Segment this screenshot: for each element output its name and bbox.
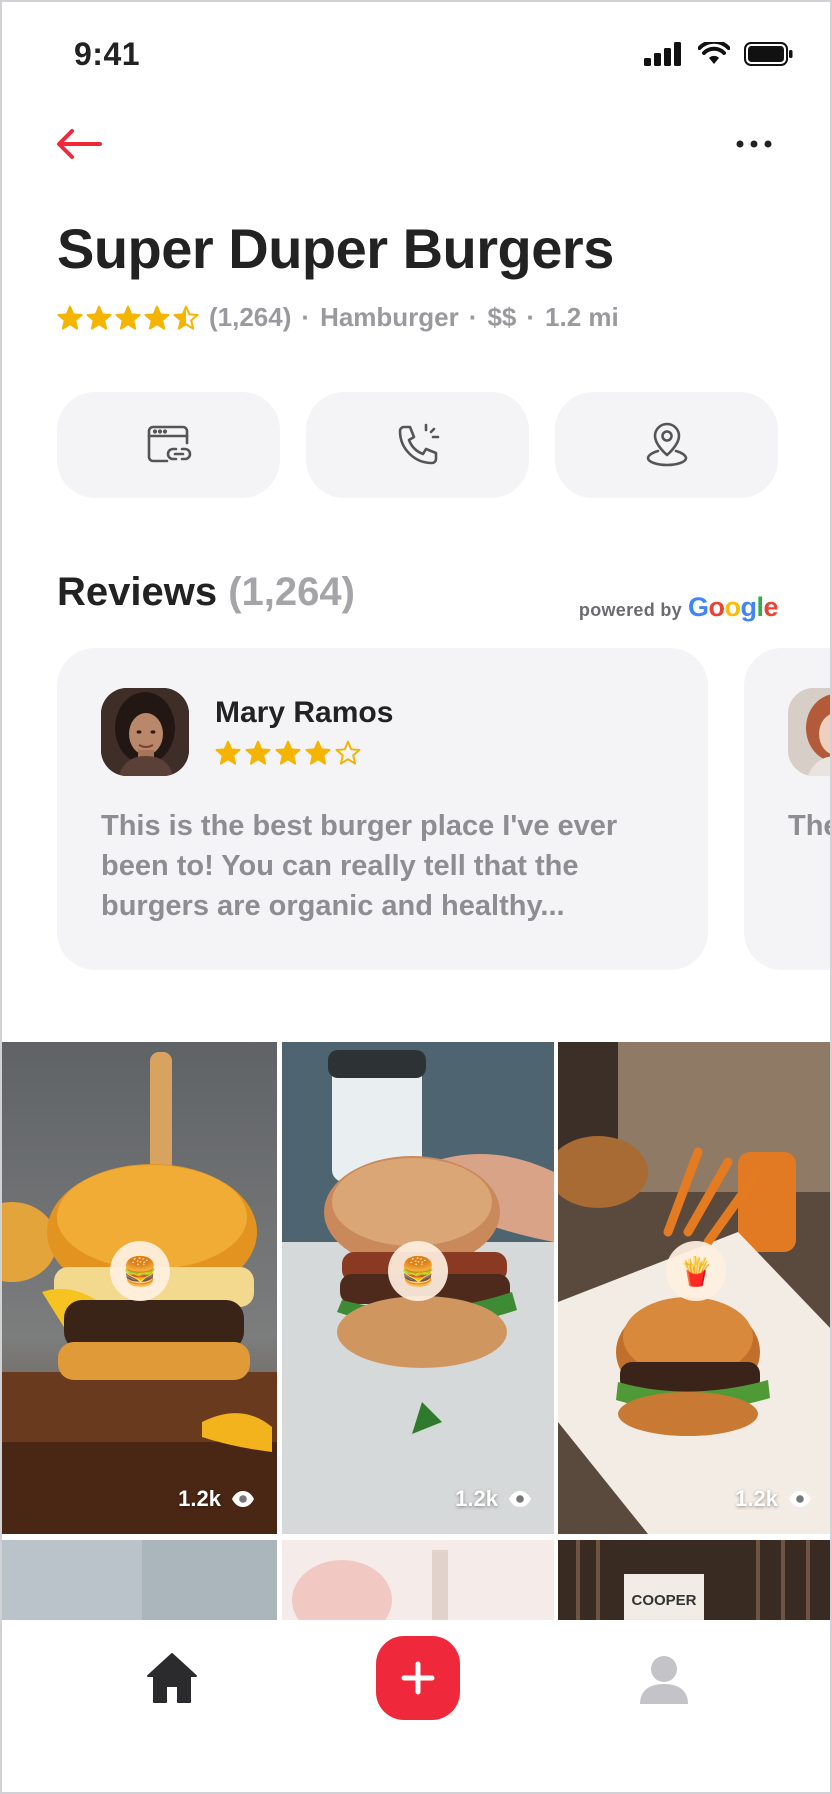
directions-button[interactable] (555, 392, 778, 498)
burger-icon: 🍔 (122, 1255, 158, 1287)
restaurant-name: Super Duper Burgers (57, 217, 614, 280)
category: Hamburger (320, 302, 459, 332)
more-options-icon[interactable] (730, 126, 778, 162)
powered-by-label: powered by (578, 600, 682, 620)
action-buttons (57, 392, 778, 498)
star-icon (86, 305, 112, 330)
burger-badge: 🍔 (110, 1241, 170, 1301)
eye-icon (232, 1491, 254, 1507)
reviewer-avatar (101, 688, 189, 776)
star-icon (245, 740, 271, 765)
meta-separator: · (301, 302, 311, 332)
star-icon (215, 740, 241, 765)
back-arrow-icon[interactable] (54, 126, 102, 162)
distance: 1.2 mi (545, 302, 619, 332)
status-icons (644, 42, 794, 66)
powered-by-google: powered by Google (578, 592, 779, 623)
star-icon (173, 305, 199, 330)
eye-icon (509, 1491, 531, 1507)
status-bar: 9:41 (2, 2, 830, 112)
website-link-icon (147, 425, 191, 463)
meta-separator: · (526, 302, 536, 332)
home-icon[interactable] (144, 1650, 200, 1706)
view-count-value: 1.2k (735, 1486, 778, 1511)
bottom-tab-bar (2, 1620, 830, 1792)
phone-call-icon (398, 423, 439, 465)
reviewer-avatar (788, 688, 830, 776)
reviews-heading: Reviews (1,264) (57, 570, 355, 615)
fries-icon: 🍟 (678, 1255, 714, 1287)
rating-stars (57, 305, 199, 331)
star-icon (275, 740, 301, 765)
review-card[interactable]: The eve tha (744, 648, 830, 970)
star-icon (335, 740, 361, 765)
rating-count: (1,264) (209, 302, 292, 332)
reviews-title: Reviews (57, 570, 218, 614)
plus-icon (401, 1661, 435, 1695)
restaurant-meta: (1,264) · Hamburger · $$ · 1.2 mi (57, 302, 619, 333)
star-icon (144, 305, 170, 330)
review-text: The eve tha (788, 810, 830, 842)
star-icon (115, 305, 141, 330)
photo-tile[interactable]: 🍟 1.2k (558, 1042, 830, 1534)
website-button[interactable] (57, 392, 280, 498)
burger-badge: 🍔 (388, 1241, 448, 1301)
view-count: 1.2k (735, 1486, 812, 1512)
call-button[interactable] (306, 392, 529, 498)
reviews-count: (1,264) (228, 570, 355, 614)
add-button[interactable] (376, 1636, 460, 1720)
google-logo: Google (687, 592, 779, 622)
star-icon (305, 740, 331, 765)
price-level: $$ (487, 302, 517, 332)
reviewer-name: Mary Ramos (215, 696, 394, 729)
view-count: 1.2k (455, 1486, 532, 1512)
photo-tile[interactable]: 🍔 1.2k (282, 1042, 554, 1534)
eye-icon (789, 1491, 811, 1507)
battery-icon (744, 42, 793, 66)
sign-text: COOPER (631, 1592, 697, 1609)
status-time: 9:41 (74, 36, 141, 72)
star-icon (57, 305, 83, 330)
wifi-icon (698, 42, 730, 64)
fries-badge: 🍟 (666, 1241, 726, 1301)
view-count-value: 1.2k (455, 1486, 498, 1511)
photo-tile[interactable]: 🍔 1.2k (2, 1042, 277, 1534)
location-pin-icon (646, 422, 687, 467)
view-count: 1.2k (178, 1486, 255, 1512)
review-rating-stars (215, 740, 361, 766)
view-count-value: 1.2k (178, 1486, 221, 1511)
cellular-signal-icon (644, 42, 681, 66)
phone-screen: 9:41 Super Duper Burgers (1,264) · Hambu… (0, 0, 832, 1794)
profile-icon[interactable] (636, 1652, 692, 1708)
review-text: This is the best burger place I've ever … (101, 810, 618, 922)
burger-icon: 🍔 (400, 1255, 436, 1287)
meta-separator: · (468, 302, 478, 332)
review-card[interactable]: Mary Ramos This is the best burger place… (57, 648, 708, 970)
